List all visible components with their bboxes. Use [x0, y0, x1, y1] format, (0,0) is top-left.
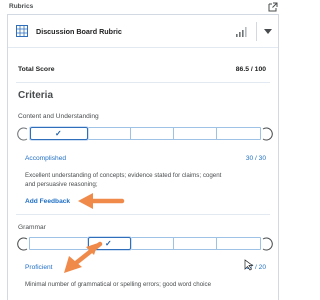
level-segment-selected[interactable]: ✓ — [30, 127, 88, 140]
rubric-name[interactable]: Discussion Board Rubric — [36, 27, 122, 36]
criteria-heading: Criteria — [18, 90, 54, 101]
level-segment[interactable] — [131, 238, 174, 249]
previous-level-icon[interactable] — [16, 127, 30, 141]
criterion-name: Content and Understanding — [18, 113, 99, 120]
level-segment[interactable] — [174, 128, 217, 139]
level-segment[interactable] — [131, 128, 174, 139]
check-icon: ✓ — [55, 129, 62, 138]
rubrics-topbar: Rubrics — [0, 0, 286, 14]
next-level-icon[interactable] — [260, 237, 274, 251]
divider — [16, 214, 270, 215]
level-segment[interactable] — [174, 238, 217, 249]
criterion-description: Minimal number of grammatical or spellin… — [25, 281, 212, 288]
caret-down-icon[interactable] — [258, 22, 278, 41]
mouse-cursor-icon — [244, 259, 254, 271]
divider — [16, 82, 270, 83]
total-score-label: Total Score — [18, 66, 55, 73]
rubric-panel: Discussion Board Rubric Total Score 86.5… — [7, 14, 279, 300]
previous-level-icon[interactable] — [16, 237, 30, 251]
add-feedback-link[interactable]: Add Feedback — [25, 198, 70, 205]
criterion-level: Proficient — [25, 264, 53, 271]
annotation-arrowhead — [86, 243, 98, 255]
check-icon: ✓ — [105, 239, 112, 248]
next-level-icon[interactable] — [260, 127, 274, 141]
total-score-value: 86.5 / 100 — [235, 66, 266, 73]
annotation-arrow-feedback — [78, 193, 125, 209]
criterion-description: Excellent understanding of concepts; evi… — [25, 172, 222, 188]
level-segment[interactable] — [88, 128, 131, 139]
criterion-score[interactable]: 30 / 30 — [246, 155, 266, 162]
header-separator — [256, 22, 257, 41]
level-track[interactable]: ✓ — [29, 127, 261, 140]
criterion-level-slider[interactable]: ✓ — [16, 234, 274, 252]
rubric-grid-icon — [16, 25, 28, 37]
criterion-level: Accomplished — [25, 155, 67, 162]
rubrics-title: Rubrics — [9, 3, 34, 10]
criterion-name: Grammar — [18, 224, 46, 231]
criterion-level-slider[interactable]: ✓ — [16, 124, 274, 142]
popout-icon[interactable] — [268, 2, 278, 12]
signal-bars-icon — [236, 27, 247, 37]
rubric-header[interactable]: Discussion Board Rubric — [8, 15, 278, 48]
